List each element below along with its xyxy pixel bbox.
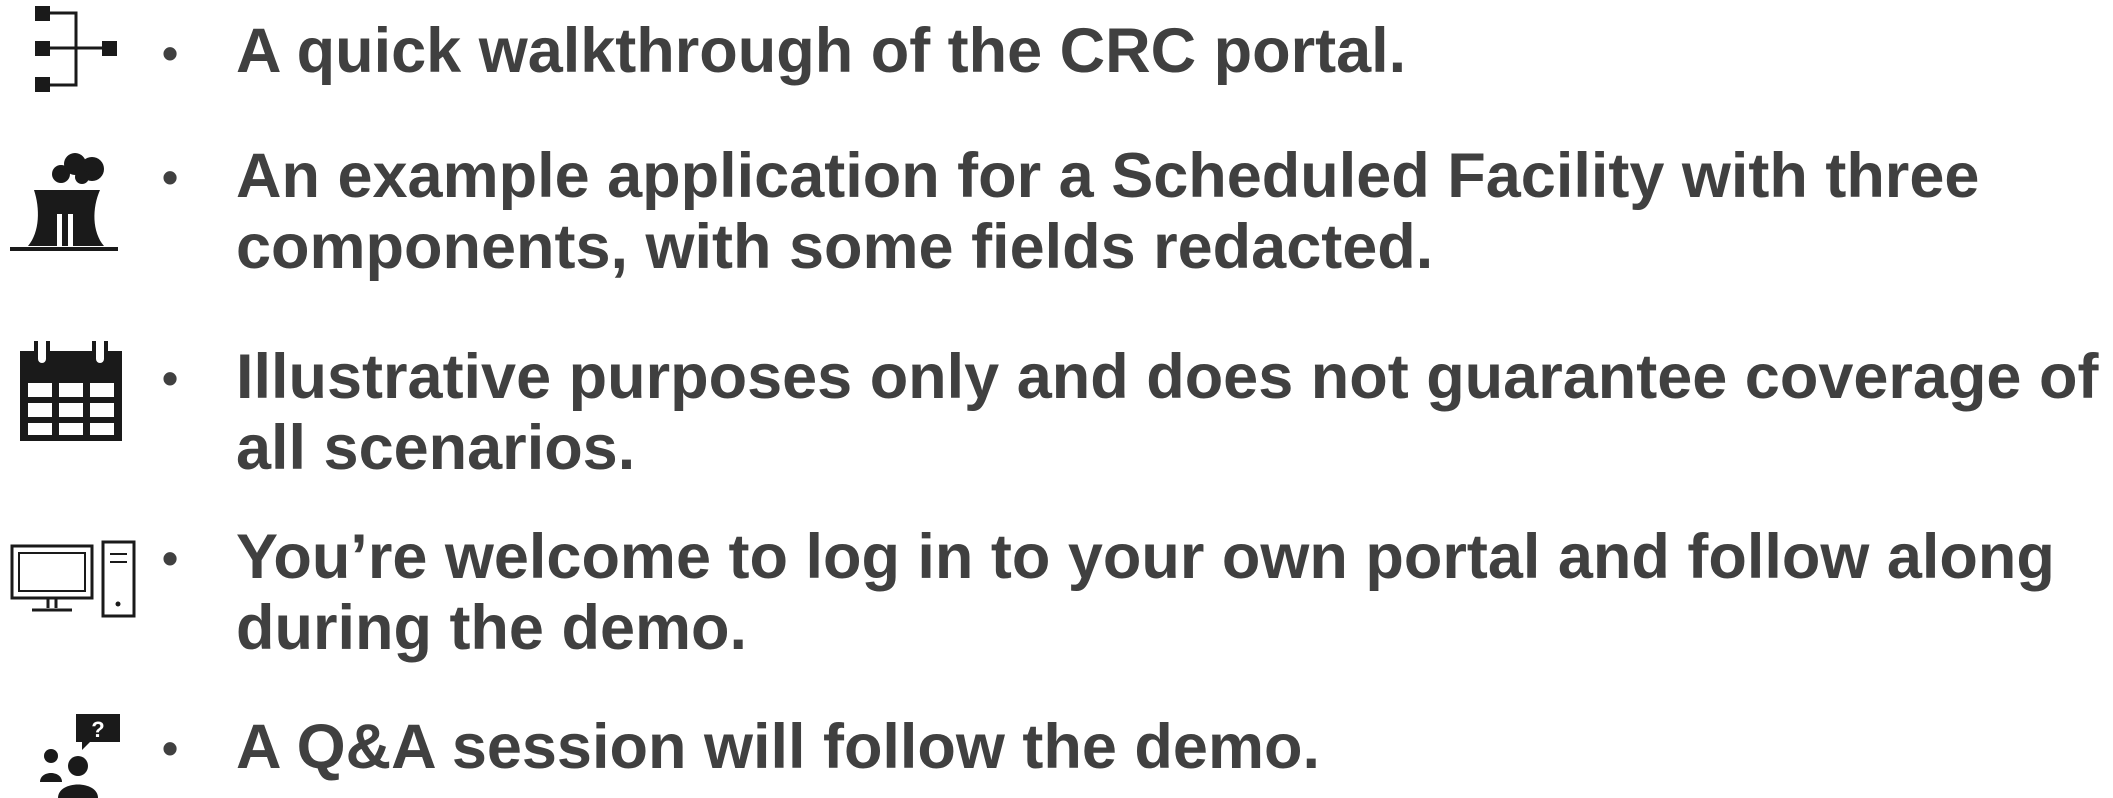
bullet: •: [162, 532, 179, 584]
item-line: A Q&A session will follow the demo.: [236, 712, 1320, 782]
item-text: A Q&A session will follow the demo.: [236, 712, 2096, 783]
item-line: during the demo.: [236, 593, 747, 663]
item-text: A quick walkthrough of the CRC portal.: [236, 16, 2096, 87]
list-item: • You’re welcome to log in to your own p…: [0, 500, 2113, 690]
list-item: ? • A Q&A session will follow the demo.: [0, 690, 2113, 798]
list-item: • An example application for a Scheduled…: [0, 110, 2113, 310]
question-people-icon: ?: [40, 714, 120, 798]
slide: • A quick walkthrough of the CRC portal.…: [0, 0, 2113, 798]
item-line: You’re welcome to log in to your own por…: [236, 522, 2055, 592]
item-line: A quick walkthrough of the CRC portal.: [236, 16, 1407, 86]
item-line: all scenarios.: [236, 413, 636, 483]
item-line: Illustrative purposes only and does not …: [236, 342, 2099, 412]
list-item: • A quick walkthrough of the CRC portal.: [0, 0, 2113, 110]
item-line: An example application for a Scheduled F…: [236, 141, 1980, 211]
bullet: •: [162, 352, 179, 404]
item-line: components, with some fields redacted.: [236, 212, 1434, 282]
item-text: Illustrative purposes only and does not …: [236, 342, 2099, 484]
desktop-computer-icon: [10, 540, 136, 618]
svg-text:?: ?: [91, 717, 104, 742]
bullet: •: [162, 151, 179, 203]
bullet: •: [162, 27, 179, 79]
list-item: • Illustrative purposes only and does no…: [0, 310, 2113, 500]
hierarchy-icon: [35, 6, 117, 92]
item-text: You’re welcome to log in to your own por…: [236, 522, 2096, 664]
factory-icon: [10, 153, 118, 251]
item-text: An example application for a Scheduled F…: [236, 141, 2096, 283]
bullet: •: [162, 722, 179, 774]
calendar-icon: [20, 341, 122, 441]
